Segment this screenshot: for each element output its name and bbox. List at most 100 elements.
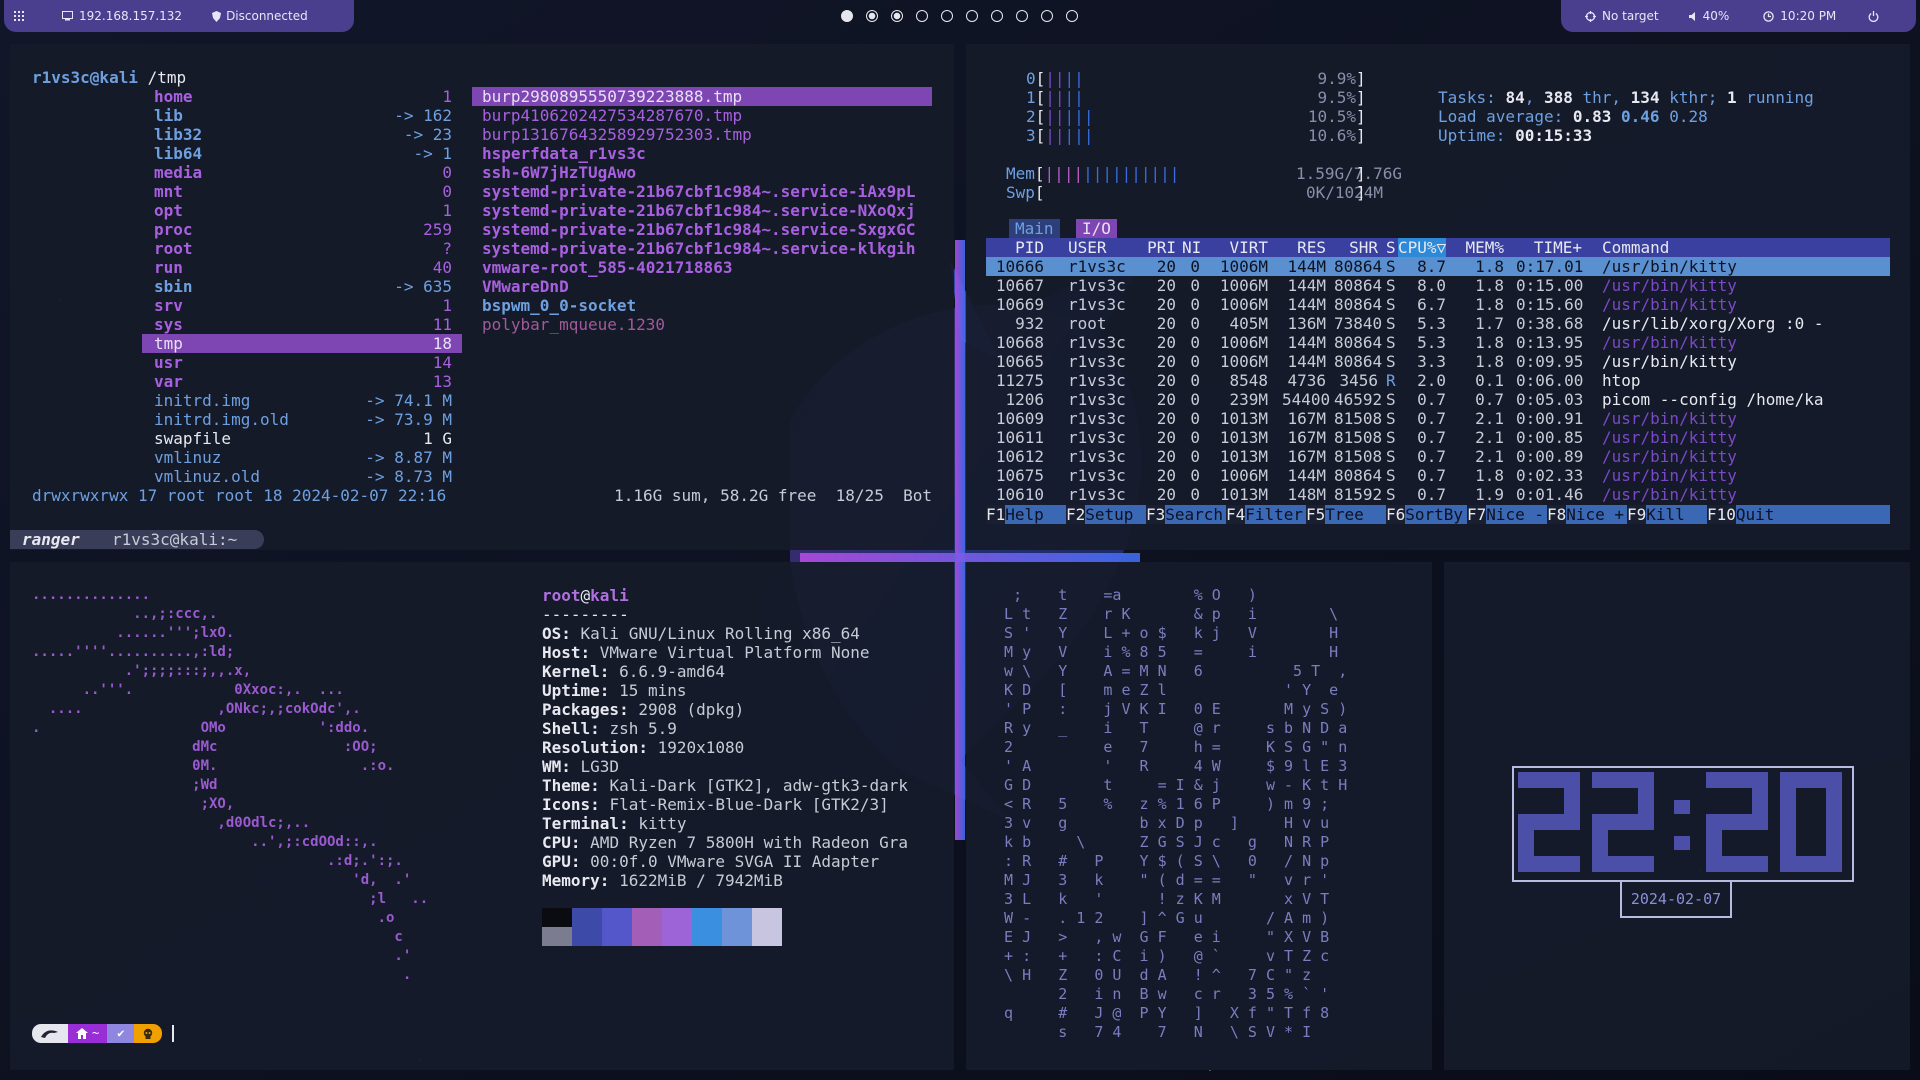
process-row[interactable]: 10669 r1vs3c 20 0 1006M 144M 80864 S 6.7 1.8 0:15.… xyxy=(986,295,1890,314)
ranger-preview-entry[interactable]: ssh-6W7jHzTUgAwo xyxy=(472,163,932,182)
fkey-f4[interactable]: F4Filter xyxy=(1226,505,1303,524)
ranger-entry[interactable]: swapfile 1 G xyxy=(142,429,462,448)
column-header[interactable]: PID xyxy=(986,238,1044,257)
ranger-preview-entry[interactable]: vmware-root_585-4021718863 xyxy=(472,258,932,277)
process-cell: 10612 xyxy=(995,447,1044,466)
ranger-entry[interactable]: lib -> 162 xyxy=(142,106,462,125)
process-row[interactable]: 10675 r1vs3c 20 0 1006M 144M 80864 S 0.7 1.8 0:02.… xyxy=(986,466,1890,485)
ranger-preview-entry[interactable]: polybar_mqueue.1230 xyxy=(472,315,932,334)
ranger-entry[interactable]: proc 259 xyxy=(142,220,462,239)
fkey-f1[interactable]: F1Help xyxy=(986,505,1044,524)
tab-io[interactable]: I/O xyxy=(1076,219,1117,238)
workspace-3-indicator[interactable] xyxy=(890,10,903,22)
ranger-preview-entry[interactable]: systemd-private-21b67cbf1c984~.service-S… xyxy=(472,220,932,239)
process-row[interactable]: 10609 r1vs3c 20 0 1013M 167M 81508 S 0.7 2.1 0:00.… xyxy=(986,409,1890,428)
column-header[interactable]: RES xyxy=(1282,238,1326,257)
workspace-1-indicator[interactable] xyxy=(840,10,853,22)
power-button[interactable] xyxy=(1868,10,1879,22)
process-row[interactable]: 10611 r1vs3c 20 0 1013M 167M 81508 S 0.7 2.1 0:00.… xyxy=(986,428,1890,447)
ranger-entry[interactable]: sys 11 xyxy=(142,315,462,334)
target-module[interactable]: No target xyxy=(1585,7,1659,26)
ranger-entry[interactable]: var 13 xyxy=(142,372,462,391)
workspace-4-indicator[interactable] xyxy=(915,10,928,22)
cmatrix-window[interactable]: ; t =a % O ) L t Z r K & p i \ S ' Y L +… xyxy=(966,562,1432,1070)
terminal-tab-title[interactable]: r1vs3c@kali:~ xyxy=(112,530,237,549)
process-cell: 54400 xyxy=(1282,390,1331,409)
ranger-preview-entry[interactable]: systemd-private-21b67cbf1c984~.service-k… xyxy=(472,239,932,258)
column-header[interactable]: Command xyxy=(1602,238,1669,257)
column-header[interactable]: VIRT xyxy=(1218,238,1268,257)
ranger-entry[interactable]: mnt 0 xyxy=(142,182,462,201)
process-row[interactable]: 10612 r1vs3c 20 0 1013M 167M 81508 S 0.7 2.1 0:00.… xyxy=(986,447,1890,466)
ranger-entry[interactable]: home 1 xyxy=(142,87,462,106)
ranger-preview-entry[interactable]: systemd-private-21b67cbf1c984~.service-N… xyxy=(472,201,932,220)
neofetch-window[interactable]: .............. ..,;:ccc,. ......''';lxO.… xyxy=(10,562,954,1070)
fkey-f9[interactable]: F9Kill xyxy=(1627,505,1685,524)
process-row[interactable]: 1206 r1vs3c 20 0 239M 54400 46592 S 0.7 0.7 0:05.0… xyxy=(986,390,1890,409)
volume-module[interactable]: 40% xyxy=(1688,7,1729,26)
ranger-entry[interactable]: run 40 xyxy=(142,258,462,277)
ranger-entry[interactable]: root? xyxy=(142,239,462,258)
column-header[interactable]: USER xyxy=(1068,238,1107,257)
clock-window[interactable]: 2024-02-07 xyxy=(1444,562,1910,1070)
ranger-entry[interactable]: lib64 -> 1 xyxy=(142,144,462,163)
menu-icon[interactable] xyxy=(14,11,34,21)
workspace-9-indicator[interactable] xyxy=(1040,10,1053,22)
fkey-f7[interactable]: F7Nice - xyxy=(1467,505,1544,524)
workspace-5-indicator[interactable] xyxy=(940,10,953,22)
ranger-entry[interactable]: lib32 -> 23 xyxy=(142,125,462,144)
workspace-6-indicator[interactable] xyxy=(965,10,978,22)
ranger-window[interactable]: r1vs3c@kali /tmp home 1 lib -> 162 lib32 -> 2… xyxy=(10,44,954,550)
workspace-7-indicator[interactable] xyxy=(990,10,1003,22)
ranger-entry[interactable]: vmlinuz -> 8.87 M xyxy=(142,448,462,467)
column-header[interactable]: CPU%▽ xyxy=(1398,238,1446,257)
ranger-preview-entry[interactable]: burp13167643258929752303.tmp xyxy=(472,125,932,144)
ranger-entry[interactable]: srv 1 xyxy=(142,296,462,315)
fkey-f2[interactable]: F2Setup xyxy=(1066,505,1133,524)
ranger-entry[interactable]: opt 1 xyxy=(142,201,462,220)
ethernet-module[interactable]: 192.168.157.132 xyxy=(62,7,182,26)
process-header[interactable]: PID USER PRI NI VIRT RES SHR S CPU%▽ MEM% TIME+ Com… xyxy=(986,238,1890,257)
process-row[interactable]: 10666 r1vs3c 20 0 1006M 144M 80864 S 8.7 1.8 0:17.… xyxy=(986,257,1890,276)
process-row[interactable]: 10610 r1vs3c 20 0 1013M 148M 81592 S 0.7 1.9 0:01.… xyxy=(986,485,1890,504)
fkey-f5[interactable]: F5Tree xyxy=(1306,505,1364,524)
htop-window[interactable]: 0[|||| 9.9%] 1[|||| 9.5%] 2[||||| 10.5%] 3[|||… xyxy=(966,44,1910,550)
workspace-2-indicator[interactable] xyxy=(865,10,878,22)
terminal-tab-name[interactable]: ranger xyxy=(22,530,80,549)
column-header[interactable]: TIME+ xyxy=(1516,238,1582,257)
fkey-f8[interactable]: F8Nice + xyxy=(1547,505,1624,524)
vpn-module[interactable]: Disconnected xyxy=(212,7,308,26)
tab-main[interactable]: Main xyxy=(1009,219,1060,238)
process-row[interactable]: 932 root 20 0 405M 136M 73840 S 5.3 1.7 0:38.68/us… xyxy=(986,314,1890,333)
ranger-entry[interactable]: vmlinuz.old -> 8.73 M xyxy=(142,467,462,486)
column-header[interactable]: S xyxy=(1386,238,1396,257)
ranger-entry[interactable]: initrd.img -> 74.1 M xyxy=(142,391,462,410)
ranger-preview-entry[interactable]: burp2980895550739223888.tmp xyxy=(472,87,932,106)
ranger-preview-entry[interactable]: burp4106202427534287670.tmp xyxy=(472,106,932,125)
ranger-entry[interactable]: sbin -> 635 xyxy=(142,277,462,296)
process-row[interactable]: 10668 r1vs3c 20 0 1006M 144M 80864 S 5.3 1.8 0:13.… xyxy=(986,333,1890,352)
column-header[interactable]: PRI xyxy=(1136,238,1176,257)
workspace-10-indicator[interactable] xyxy=(1065,10,1078,22)
fkey-f3[interactable]: F3Search xyxy=(1146,505,1223,524)
process-row[interactable]: 10667 r1vs3c 20 0 1006M 144M 80864 S 8.0 1.8 0:15.… xyxy=(986,276,1890,295)
ranger-entry[interactable]: usr 14 xyxy=(142,353,462,372)
ranger-preview-entry[interactable]: systemd-private-21b67cbf1c984~.service-i… xyxy=(472,182,932,201)
fkey-f6[interactable]: F6SortBy xyxy=(1386,505,1463,524)
column-header[interactable]: MEM% xyxy=(1464,238,1504,257)
ranger-entry[interactable]: tmp 18 xyxy=(142,334,462,353)
column-header[interactable]: SHR xyxy=(1334,238,1378,257)
fkey-f10[interactable]: F10Quit xyxy=(1707,505,1774,524)
ranger-preview-entry[interactable]: hsperfdata_r1vs3c xyxy=(472,144,932,163)
matrix-line: L t Z r K & p i \ xyxy=(986,605,1339,623)
process-row[interactable]: 11275 r1vs3c 20 0 8548 4736 3456 R 2.0 0.1 0:06.00… xyxy=(986,371,1890,390)
column-header[interactable]: NI xyxy=(1182,238,1201,257)
process-row[interactable]: 10665 r1vs3c 20 0 1006M 144M 80864 S 3.3 1.8 0:09.… xyxy=(986,352,1890,371)
clock-module[interactable]: 10:20 PM xyxy=(1763,7,1836,26)
ranger-preview-entry[interactable]: bspwm_0_0-socket xyxy=(472,296,932,315)
workspace-8-indicator[interactable] xyxy=(1015,10,1028,22)
ranger-preview-entry[interactable]: VMwareDnD xyxy=(472,277,932,296)
shell-prompt[interactable]: ~ ✔ xyxy=(32,1024,175,1043)
ranger-entry[interactable]: media 0 xyxy=(142,163,462,182)
ranger-entry[interactable]: initrd.img.old -> 73.9 M xyxy=(142,410,462,429)
